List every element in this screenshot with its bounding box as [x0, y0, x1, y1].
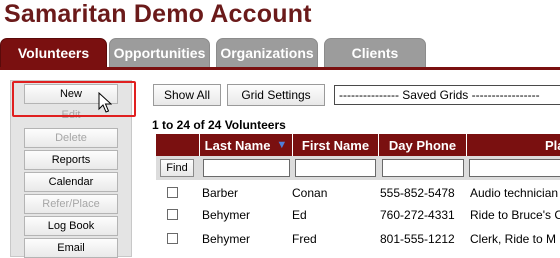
row-checkbox[interactable] — [167, 209, 178, 220]
record-count: 1 to 24 of 24 Volunteers — [152, 118, 286, 132]
column-header-placed[interactable]: Placed — [467, 134, 560, 156]
column-header-first-name[interactable]: First Name — [293, 134, 379, 156]
grid-settings-button[interactable]: Grid Settings — [227, 84, 325, 106]
reports-button[interactable]: Reports — [24, 150, 118, 170]
filter-row: Find — [156, 156, 560, 180]
table-row[interactable]: Behymer Ed 760-272-4331 Ride to Bruce's … — [156, 204, 560, 226]
saved-grids-select[interactable]: --------------- Saved Grids ------------… — [334, 85, 560, 105]
row-checkbox[interactable] — [167, 187, 178, 198]
sort-descending-icon: ▼ — [276, 139, 288, 151]
find-button[interactable]: Find — [160, 159, 194, 177]
page-title: Samaritan Demo Account — [4, 0, 312, 28]
tab-opportunities[interactable]: Opportunities — [109, 38, 210, 68]
delete-button[interactable]: Delete — [24, 128, 118, 148]
last-name-cell: Behymer — [202, 208, 251, 222]
last-name-cell: Barber — [202, 186, 239, 200]
calendar-button[interactable]: Calendar — [24, 172, 118, 192]
day-phone-cell: 801-555-1212 — [380, 232, 455, 246]
table-row[interactable]: Barber Conan 555-852-5478 Audio technici… — [156, 182, 560, 204]
mouse-cursor-icon — [98, 92, 112, 113]
tab-organizations[interactable]: Organizations — [216, 38, 318, 68]
table-row[interactable]: Behymer Fred 801-555-1212 Clerk, Ride to… — [156, 228, 560, 250]
show-all-button[interactable]: Show All — [153, 84, 221, 106]
tab-underline — [0, 67, 560, 70]
log-book-button[interactable]: Log Book — [24, 216, 118, 236]
column-header-label: Last Name — [204, 137, 271, 153]
last-name-filter-input[interactable] — [203, 159, 290, 177]
refer-place-button[interactable]: Refer/Place — [24, 194, 118, 214]
column-header-day-phone[interactable]: Day Phone — [379, 134, 467, 156]
tab-volunteers[interactable]: Volunteers — [0, 38, 107, 68]
day-phone-filter-input[interactable] — [382, 159, 464, 177]
placed-cell: Ride to Bruce's C — [470, 208, 560, 222]
row-checkbox[interactable] — [167, 233, 178, 244]
column-header-last-name[interactable]: Last Name ▼ — [200, 134, 293, 156]
main-tabs: Volunteers Opportunities Organizations C… — [0, 38, 560, 68]
placed-filter-input[interactable] — [469, 159, 560, 177]
first-name-cell: Conan — [292, 186, 328, 200]
volunteer-grid: Last Name ▼ First Name Day Phone Placed … — [156, 134, 560, 254]
new-button-highlight — [12, 81, 136, 117]
first-name-cell: Fred — [292, 232, 317, 246]
email-button[interactable]: Email — [24, 238, 118, 258]
placed-cell: Audio technician — [470, 186, 559, 200]
select-column-header — [156, 134, 200, 156]
last-name-cell: Behymer — [202, 232, 251, 246]
placed-cell: Clerk, Ride to M — [470, 232, 557, 246]
day-phone-cell: 760-272-4331 — [380, 208, 455, 222]
tab-clients[interactable]: Clients — [324, 38, 426, 68]
first-name-filter-input[interactable] — [295, 159, 376, 177]
day-phone-cell: 555-852-5478 — [380, 186, 455, 200]
first-name-cell: Ed — [292, 208, 307, 222]
